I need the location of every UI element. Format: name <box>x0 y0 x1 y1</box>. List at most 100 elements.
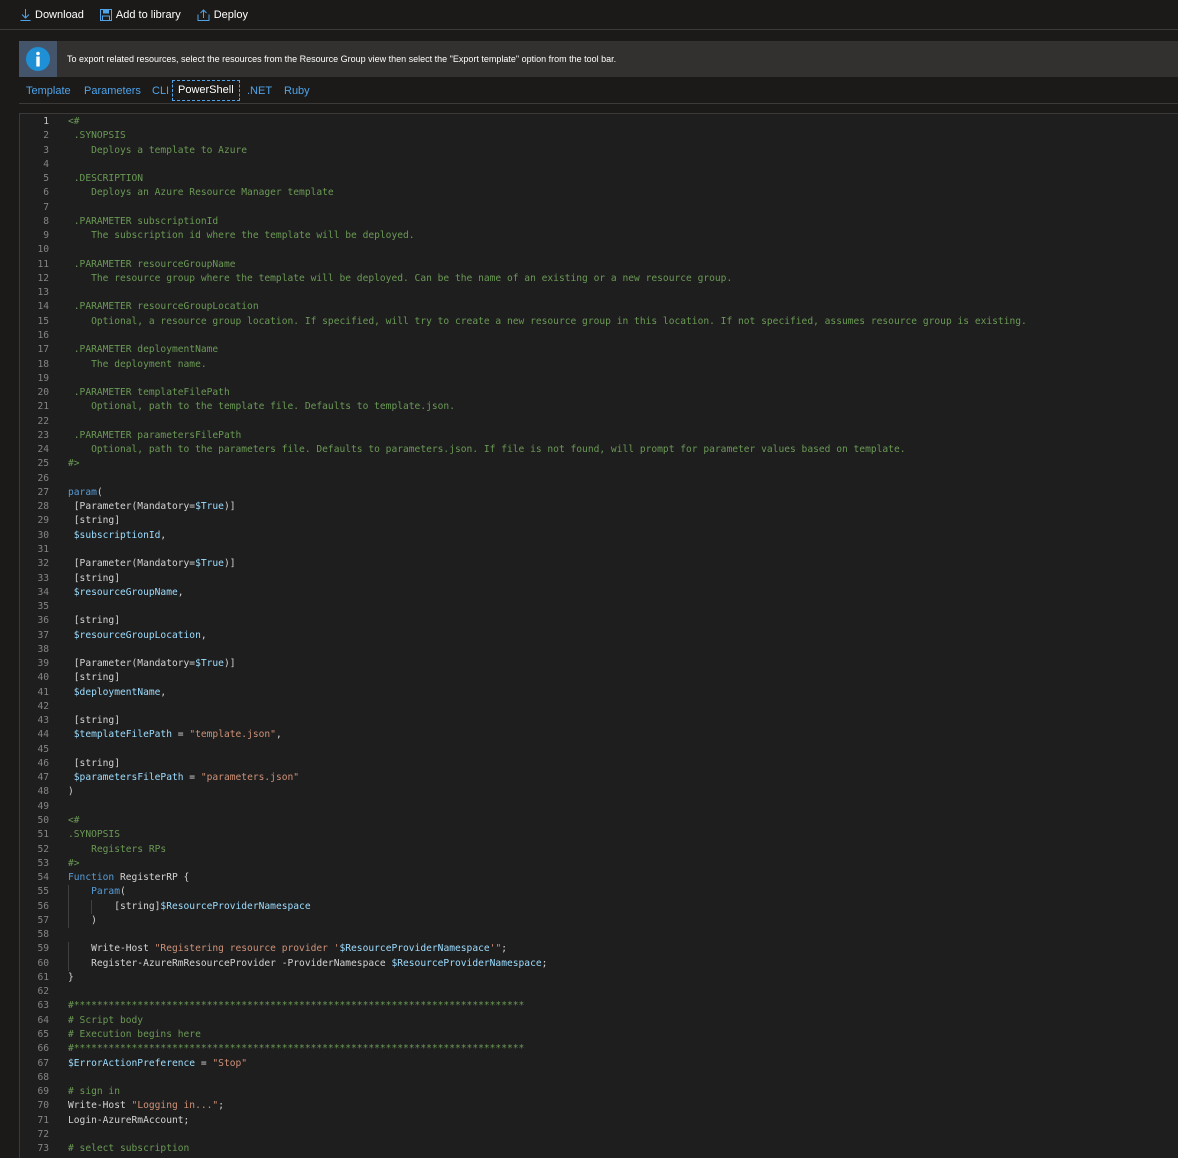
code-line[interactable]: 39 [Parameter(Mandatory=$True)] <box>20 657 1178 671</box>
code-text: Optional, path to the parameters file. D… <box>68 444 906 456</box>
code-line[interactable]: 66 #*************************************… <box>20 1042 1178 1056</box>
code-text: .PARAMETER parametersFilePath <box>68 429 242 441</box>
code-line[interactable]: 57 ) <box>20 913 1178 929</box>
code-line[interactable]: 18 The deployment name. <box>20 358 1178 372</box>
code-line[interactable]: 72 <box>20 1128 1178 1142</box>
code-line[interactable]: 41 $deploymentName, <box>20 686 1178 700</box>
tab-template[interactable]: Template <box>26 84 71 99</box>
code-line[interactable]: 63 #*************************************… <box>20 999 1178 1013</box>
code-line[interactable]: 49 <box>20 800 1178 814</box>
code-line[interactable]: 44 $templateFilePath = "template.json", <box>20 728 1178 742</box>
info-icon-container <box>19 41 57 77</box>
code-text: Register-AzureRmResourceProvider -Provid… <box>68 957 548 969</box>
line-number: 51 <box>37 829 49 841</box>
command-bar: Download Add to library Deploy <box>0 0 1178 30</box>
code-line[interactable]: 28 [Parameter(Mandatory=$True)] <box>20 500 1178 514</box>
code-line[interactable]: 23 .PARAMETER parametersFilePath <box>20 429 1178 443</box>
code-line[interactable]: 38 <box>20 643 1178 657</box>
code-line[interactable]: 13 <box>20 286 1178 300</box>
code-line[interactable]: 60 Register-AzureRmResourceProvider -Pro… <box>20 956 1178 971</box>
code-line[interactable]: 7 <box>20 201 1178 215</box>
code-line[interactable]: 14 .PARAMETER resourceGroupLocation <box>20 300 1178 314</box>
add-to-library-button[interactable]: Add to library <box>99 0 181 30</box>
code-line[interactable]: 22 <box>20 415 1178 429</box>
line-number: 19 <box>37 372 49 384</box>
code-line[interactable]: 70 Write-Host "Logging in..."; <box>20 1099 1178 1113</box>
code-line[interactable]: 11 .PARAMETER resourceGroupName <box>20 258 1178 272</box>
code-line[interactable]: 40 [string] <box>20 671 1178 685</box>
code-line[interactable]: 47 $parametersFilePath = "parameters.jso… <box>20 771 1178 785</box>
tab-parameters[interactable]: Parameters <box>84 84 141 99</box>
code-line[interactable]: 25 #> <box>20 457 1178 471</box>
code-line[interactable]: 12 The resource group where the template… <box>20 272 1178 286</box>
code-line[interactable]: 52 Registers RPs <box>20 843 1178 857</box>
code-line[interactable]: 58 <box>20 928 1178 942</box>
code-line[interactable]: 50 <# <box>20 814 1178 828</box>
code-line[interactable]: 36 [string] <box>20 614 1178 628</box>
code-line[interactable]: 62 <box>20 985 1178 999</box>
tab-ruby[interactable]: Ruby <box>284 84 310 99</box>
code-line[interactable]: 24 Optional, path to the parameters file… <box>20 443 1178 457</box>
code-line[interactable]: 54 Function RegisterRP { <box>20 871 1178 885</box>
code-text: param( <box>68 486 103 498</box>
code-line[interactable]: 17 .PARAMETER deploymentName <box>20 343 1178 357</box>
code-line[interactable]: 27 param( <box>20 486 1178 500</box>
code-line[interactable]: 8 .PARAMETER subscriptionId <box>20 215 1178 229</box>
code-line[interactable]: 45 <box>20 743 1178 757</box>
code-line[interactable]: 51 .SYNOPSIS <box>20 828 1178 842</box>
code-line[interactable]: 68 <box>20 1071 1178 1085</box>
tab-dotnet[interactable]: .NET <box>247 84 272 99</box>
code-line[interactable]: 59 Write-Host "Registering resource prov… <box>20 942 1178 957</box>
code-line[interactable]: 16 <box>20 329 1178 343</box>
code-line[interactable]: 61} <box>20 971 1178 985</box>
line-number: 34 <box>37 586 49 598</box>
code-line[interactable]: 37 $resourceGroupLocation, <box>20 629 1178 643</box>
code-text: [Parameter(Mandatory=$True)] <box>68 658 236 670</box>
deploy-label: Deploy <box>213 8 248 21</box>
tab-cli[interactable]: CLI <box>152 84 169 99</box>
code-line[interactable]: 53 #> <box>20 857 1178 871</box>
line-number: 1 <box>43 116 49 127</box>
code-line[interactable]: 9 The subscription id where the template… <box>20 229 1178 243</box>
code-line[interactable]: 10 <box>20 243 1178 257</box>
code-line[interactable]: 29 [string] <box>20 514 1178 528</box>
code-line[interactable]: 55 Param( <box>20 885 1178 900</box>
code-line[interactable]: 64 # Script body <box>20 1014 1178 1028</box>
code-text: #> <box>68 857 80 869</box>
line-number: 5 <box>43 173 49 185</box>
tab-powershell[interactable]: PowerShell <box>172 80 240 101</box>
code-line[interactable]: 26 <box>20 472 1178 486</box>
code-line[interactable]: 3 Deploys a template to Azure <box>20 144 1178 158</box>
code-line[interactable]: 42 <box>20 700 1178 714</box>
code-line[interactable]: 56 [string]$ResourceProviderNamespace <box>20 899 1178 914</box>
code-line[interactable]: 1 <# <box>20 115 1178 129</box>
code-line[interactable]: 31 <box>20 543 1178 557</box>
code-line[interactable]: 5 .DESCRIPTION <box>20 172 1178 186</box>
code-editor[interactable]: 1 <# 2 .SYNOPSIS 3 Deploys a template to Az… <box>19 113 1178 1158</box>
code-line[interactable]: 65 # Execution begins here <box>20 1028 1178 1042</box>
line-number: 23 <box>37 429 49 441</box>
code-line[interactable]: 20 .PARAMETER templateFilePath <box>20 386 1178 400</box>
code-line[interactable]: 19 <box>20 372 1178 386</box>
code-line[interactable]: 15 Optional, a resource group location. … <box>20 315 1178 329</box>
code-line[interactable]: 43 [string] <box>20 714 1178 728</box>
code-line[interactable]: 69 # sign in <box>20 1085 1178 1099</box>
code-line[interactable]: 35 <box>20 600 1178 614</box>
code-line[interactable]: 34 $resourceGroupName, <box>20 586 1178 600</box>
code-line[interactable]: 48) <box>20 785 1178 799</box>
code-line[interactable]: 30 $subscriptionId, <box>20 529 1178 543</box>
code-line[interactable]: 73 # select subscription <box>20 1142 1178 1156</box>
download-button[interactable]: Download <box>20 0 84 30</box>
code-line[interactable]: 4 <box>20 158 1178 172</box>
code-line[interactable]: 21 Optional, path to the template file. … <box>20 400 1178 414</box>
code-text: # Script body <box>68 1014 144 1026</box>
code-line[interactable]: 71 Login-AzureRmAccount; <box>20 1114 1178 1128</box>
code-line[interactable]: 2 .SYNOPSIS <box>20 129 1178 143</box>
code-line[interactable]: 33 [string] <box>20 572 1178 586</box>
code-line[interactable]: 6 Deploys an Azure Resource Manager temp… <box>20 186 1178 200</box>
code-line[interactable]: 46 [string] <box>20 757 1178 771</box>
code-line[interactable]: 67 $ErrorActionPreference = "Stop" <box>20 1057 1178 1071</box>
code-line[interactable]: 32 [Parameter(Mandatory=$True)] <box>20 557 1178 571</box>
deploy-button[interactable]: Deploy <box>197 0 248 30</box>
line-number: 52 <box>37 843 49 855</box>
